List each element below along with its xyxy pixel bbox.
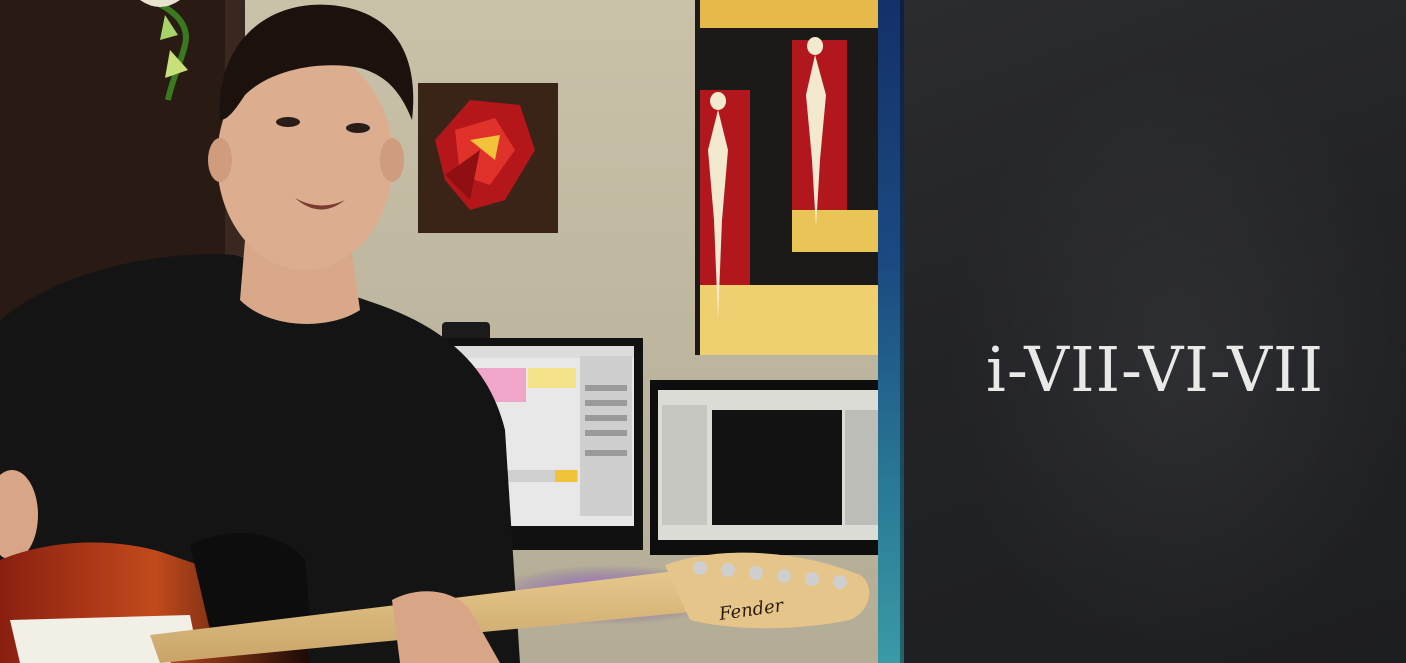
abstract-painting [418, 83, 558, 233]
video-scene: Fender [0, 0, 878, 663]
figures-canvas [695, 0, 878, 355]
title-card-panel: i-VII-VI-VII [904, 0, 1406, 663]
monitor-right [650, 380, 878, 555]
panel-divider [878, 0, 904, 663]
chord-progression-title: i-VII-VI-VII [986, 333, 1324, 406]
video-frame: Fender i-VII-VI-VII [0, 0, 1406, 663]
